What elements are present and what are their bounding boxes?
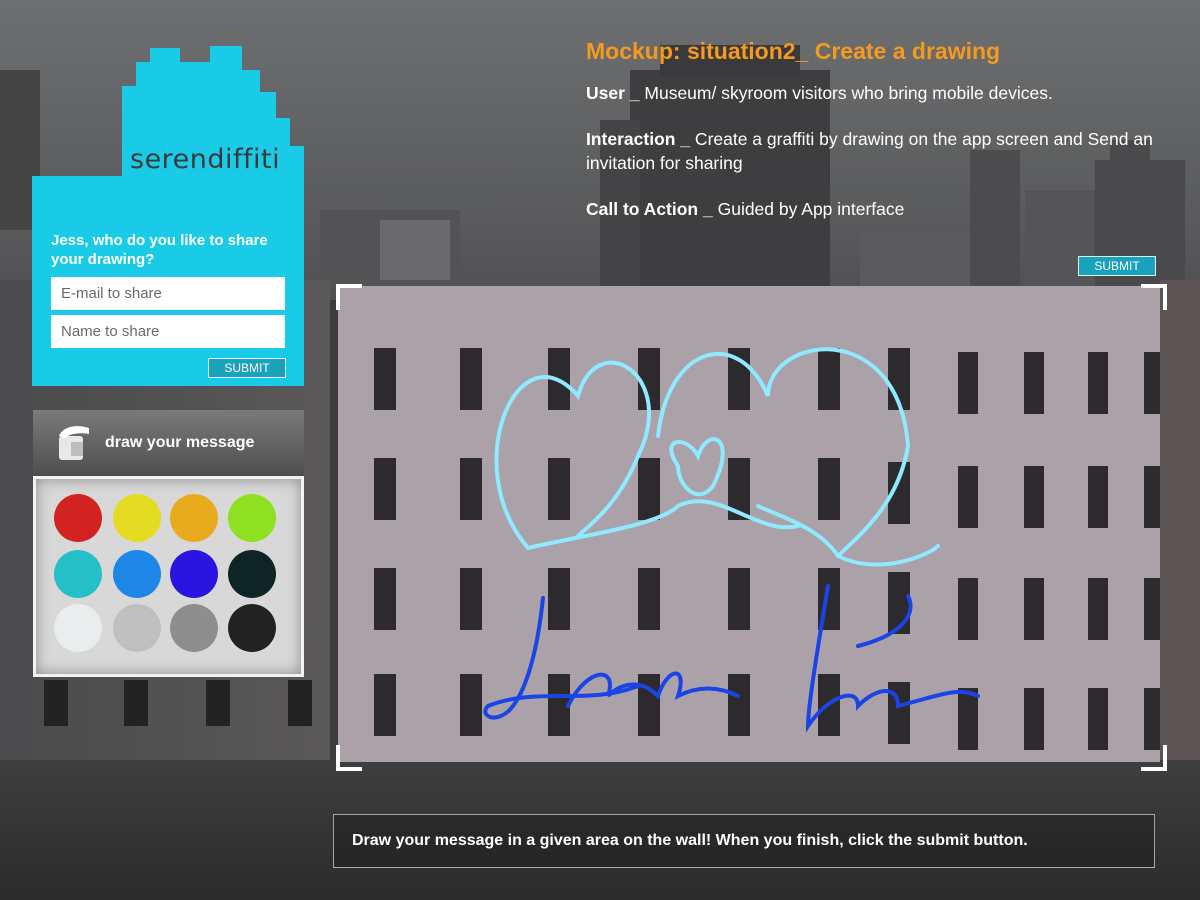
cta-line: Call to Action _ Guided by App interface [586, 197, 1186, 221]
canvas-corner-bottom-right [1141, 745, 1167, 771]
color-swatch-teal[interactable] [54, 550, 102, 598]
email-field[interactable] [51, 277, 285, 310]
interaction-line: Interaction _ Create a graffiti by drawi… [586, 127, 1186, 175]
cta-label: Call to Action _ [586, 199, 713, 219]
wall-windows [374, 348, 1160, 750]
color-swatch-orange[interactable] [170, 494, 218, 542]
color-swatch-green[interactable] [228, 494, 276, 542]
color-swatch-light-gray[interactable] [113, 604, 161, 652]
user-label: User _ [586, 83, 640, 103]
color-palette [33, 476, 304, 677]
canvas-corner-top-left [336, 284, 362, 310]
color-swatch-yellow[interactable] [113, 494, 161, 542]
color-swatch-red[interactable] [54, 494, 102, 542]
graffiti-hearts [494, 347, 940, 567]
logo-wordmark: serendiffiti [130, 144, 281, 175]
color-swatch-indigo[interactable] [170, 550, 218, 598]
share-submit-button[interactable]: SUBMIT [208, 358, 286, 378]
wall-submit-button[interactable]: SUBMIT [1078, 256, 1156, 276]
cta-text: Guided by App interface [712, 199, 905, 219]
canvas-corner-bottom-left [336, 745, 362, 771]
color-swatch-black[interactable] [228, 604, 276, 652]
share-panel: Jess, who do you like to share your draw… [32, 176, 304, 386]
color-swatch-blue[interactable] [113, 550, 161, 598]
mockup-title: Mockup: situation2_ Create a drawing [586, 38, 1001, 64]
interaction-label: Interaction _ [586, 129, 691, 149]
drawing-canvas[interactable] [338, 286, 1160, 762]
draw-tool-header: draw your message [33, 410, 304, 476]
user-text: Museum/ skyroom visitors who bring mobil… [639, 83, 1053, 103]
canvas-corner-top-right [1141, 284, 1167, 310]
spray-can-icon[interactable] [55, 422, 95, 462]
share-prompt: Jess, who do you like to share your draw… [51, 232, 268, 268]
color-swatch-gray[interactable] [170, 604, 218, 652]
user-line: User _ Museum/ skyroom visitors who brin… [586, 81, 1186, 105]
color-swatch-dark-green[interactable] [228, 550, 276, 598]
mockup-description: Mockup: situation2_ Create a drawing Use… [586, 38, 1186, 243]
right-building [1160, 280, 1200, 780]
instruction-banner: Draw your message in a given area on the… [333, 814, 1155, 868]
draw-label: draw your message [105, 434, 255, 451]
name-field[interactable] [51, 315, 285, 348]
color-swatch-white[interactable] [54, 604, 102, 652]
wall-building-facade [374, 347, 1160, 750]
